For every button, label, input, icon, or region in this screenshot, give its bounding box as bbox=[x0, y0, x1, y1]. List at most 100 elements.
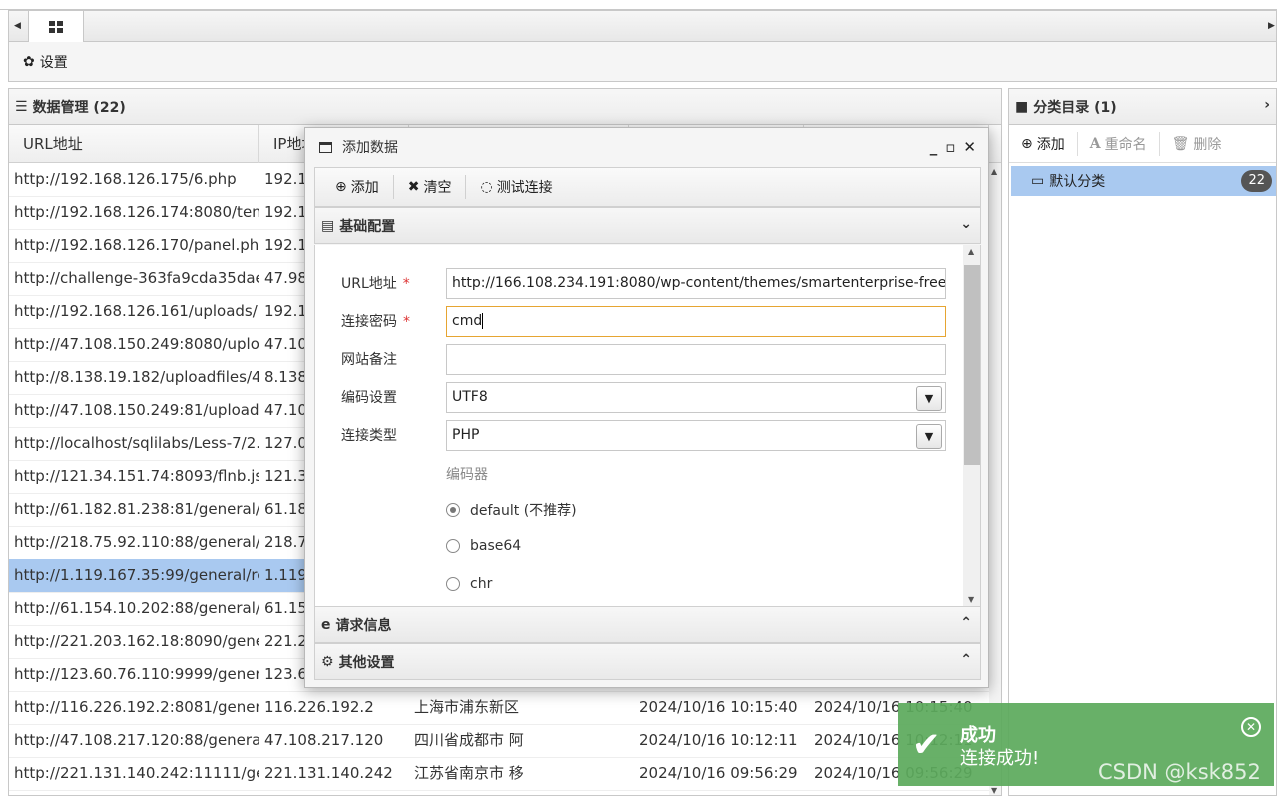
section-other-settings[interactable]: ⚙ 其他设置 ⌃ bbox=[314, 643, 981, 680]
section-basic-config[interactable]: ▤ 基础配置 ⌄ bbox=[314, 207, 981, 244]
table-scrollbar[interactable]: ▲ ▼ bbox=[989, 163, 1001, 795]
cell-url: http://192.168.126.161/uploads/1 bbox=[14, 302, 259, 320]
chevron-up-icon: ⌃ bbox=[960, 615, 972, 631]
collapse-right-icon[interactable]: › bbox=[1264, 97, 1270, 113]
column-url[interactable]: URL地址 bbox=[9, 125, 259, 163]
category-panel-header: ■ 分类目录 (1) › bbox=[1009, 89, 1276, 125]
category-toolbar: ⊕ 添加 A 重命名 🗑 删除 bbox=[1009, 125, 1276, 163]
cell-url: http://47.108.150.249:8080/uploa bbox=[14, 335, 259, 353]
spinner-icon: ◌ bbox=[480, 179, 493, 195]
category-panel: ■ 分类目录 (1) › ⊕ 添加 A 重命名 🗑 删除 ▭ 默认分类 22 bbox=[1008, 88, 1277, 796]
cell-url: http://192.168.126.175/6.php bbox=[14, 170, 237, 188]
settings-label: 设置 bbox=[39, 54, 68, 71]
category-add-label: 添加 bbox=[1036, 136, 1065, 153]
encoding-field-label: 编码设置 bbox=[341, 390, 397, 406]
data-panel-title: 数据管理 (22) bbox=[32, 99, 126, 116]
radio-unchecked-icon bbox=[446, 539, 460, 553]
form-scrollbar[interactable]: ▲ ▼ bbox=[963, 245, 980, 606]
chevron-down-icon[interactable]: ▼ bbox=[916, 386, 942, 411]
encoding-select[interactable]: UTF8 ▼ bbox=[446, 382, 946, 413]
close-icon[interactable]: ✕ bbox=[963, 138, 976, 156]
cell-location: 上海市浦东新区 bbox=[414, 698, 520, 716]
tab-scroll-right-icon[interactable]: ▶ bbox=[1266, 10, 1277, 42]
dialog-clear-button[interactable]: ✖ 清空 bbox=[394, 175, 467, 199]
settings-button[interactable]: ✿ 设置 bbox=[8, 42, 1277, 82]
font-icon: A bbox=[1089, 135, 1101, 152]
encoder-radio-default[interactable]: default (不推荐) bbox=[446, 500, 577, 520]
window-icon bbox=[319, 141, 332, 153]
minimize-icon[interactable]: _ bbox=[930, 138, 938, 156]
table-row[interactable]: http://47.108.217.120:88/general, 47.108.… bbox=[9, 724, 1001, 758]
cell-url: http://218.75.92.110:88/general/r bbox=[14, 533, 259, 551]
cell-location: 四川省成都市 阿 bbox=[414, 731, 524, 749]
table-row[interactable]: http://116.226.192.2:8081/genera 116.226.… bbox=[9, 691, 1001, 725]
note-input[interactable] bbox=[446, 344, 946, 375]
file-icon: ▤ bbox=[321, 217, 335, 234]
table-row[interactable]: http://221.131.140.242:11111/ge 221.131.1… bbox=[9, 757, 1001, 791]
cell-ip: 221.131.140.242 bbox=[264, 764, 393, 782]
cell-url: http://challenge-363fa9cda35daef bbox=[14, 269, 259, 287]
category-rename-label: 重命名 bbox=[1104, 136, 1147, 153]
plus-circle-icon: ⊕ bbox=[1021, 135, 1033, 152]
password-input[interactable]: cmd bbox=[446, 306, 946, 337]
cell-url: http://116.226.192.2:8081/genera bbox=[14, 698, 259, 716]
url-field-label: URL地址 * bbox=[341, 276, 410, 292]
cell-created: 2024/10/16 09:56:29 bbox=[639, 764, 798, 782]
section-request-info[interactable]: e 请求信息 ⌃ bbox=[314, 606, 981, 643]
connection-type-value: PHP bbox=[452, 427, 480, 443]
dialog-test-label: 测试连接 bbox=[496, 180, 553, 196]
dialog-toolbar: ⊕ 添加 ✖ 清空 ◌ 测试连接 bbox=[314, 167, 981, 207]
check-icon: ✔ bbox=[912, 725, 941, 765]
add-data-dialog: 添加数据 _ ▫ ✕ ⊕ 添加 ✖ 清空 ◌ 测试连接 ▤ 基础配置 ⌄ URL地址 *… bbox=[304, 127, 989, 688]
cell-url: http://1.119.167.35:99/general/re bbox=[14, 566, 259, 584]
cell-url: http://localhost/sqlilabs/Less-7/2.p bbox=[14, 434, 259, 452]
cell-created: 2024/10/16 10:15:40 bbox=[639, 698, 798, 716]
watermark: CSDN @ksk852 bbox=[1098, 760, 1261, 784]
encoding-select-value: UTF8 bbox=[452, 389, 488, 405]
chevron-down-icon[interactable]: ▼ bbox=[916, 424, 942, 449]
plus-circle-icon: ⊕ bbox=[335, 179, 347, 195]
data-panel-header: ☰ 数据管理 (22) bbox=[9, 89, 1001, 125]
section-other-label: 其他设置 bbox=[338, 654, 395, 671]
toast-close-icon[interactable]: ✕ bbox=[1241, 717, 1261, 737]
category-count-badge: 22 bbox=[1241, 170, 1272, 192]
category-delete-button[interactable]: 🗑 删除 bbox=[1160, 132, 1234, 156]
cell-url: http://61.182.81.238:81/general/r bbox=[14, 500, 259, 518]
basic-config-form: URL地址 * http://166.108.234.191:8080/wp-co… bbox=[314, 245, 981, 606]
category-delete-label: 删除 bbox=[1193, 136, 1222, 153]
category-add-button[interactable]: ⊕ 添加 bbox=[1009, 131, 1078, 156]
tab-bar bbox=[8, 10, 1277, 42]
radio-checked-icon bbox=[446, 503, 460, 517]
category-rename-button[interactable]: A 重命名 bbox=[1078, 131, 1160, 156]
trash-icon: 🗑 bbox=[1171, 135, 1190, 152]
form-scroll-thumb[interactable] bbox=[964, 265, 980, 465]
cell-ip: 116.226.192.2 bbox=[264, 698, 374, 716]
cell-location: 江苏省南京市 移 bbox=[414, 764, 524, 782]
cell-url: http://8.138.19.182/uploadfiles/4a bbox=[14, 368, 259, 386]
category-item-default[interactable]: ▭ 默认分类 22 bbox=[1011, 166, 1276, 196]
encoder-radio-base64[interactable]: base64 bbox=[446, 538, 521, 554]
folder-outline-icon: ▭ bbox=[1031, 173, 1045, 189]
cell-url: http://121.34.151.74:8093/flnb.jsp bbox=[14, 467, 259, 485]
cell-url: http://192.168.126.170/panel.php bbox=[14, 236, 259, 254]
category-item-label: 默认分类 bbox=[1049, 174, 1106, 190]
tab-home[interactable] bbox=[28, 10, 84, 42]
dialog-add-label: 添加 bbox=[350, 180, 379, 196]
cogs-icon: ⚙ bbox=[321, 653, 334, 670]
toast-message: 连接成功! bbox=[960, 748, 1040, 769]
folder-icon: ■ bbox=[1015, 98, 1029, 115]
encoder-radio-chr[interactable]: chr bbox=[446, 576, 492, 592]
dialog-test-connection-button[interactable]: ◌ 测试连接 bbox=[466, 175, 566, 199]
password-field-label: 连接密码 * bbox=[341, 314, 410, 330]
cell-url: http://192.168.126.174:8080/tem bbox=[14, 203, 259, 221]
maximize-icon[interactable]: ▫ bbox=[945, 138, 955, 156]
dialog-titlebar[interactable]: 添加数据 bbox=[305, 128, 988, 166]
dialog-add-button[interactable]: ⊕ 添加 bbox=[321, 175, 394, 199]
cell-url: http://47.108.217.120:88/general, bbox=[14, 731, 259, 749]
cell-ip: 47.108.217.120 bbox=[264, 731, 384, 749]
connection-type-select[interactable]: PHP ▼ bbox=[446, 420, 946, 451]
url-input[interactable]: http://166.108.234.191:8080/wp-content/t… bbox=[446, 268, 946, 299]
cell-created: 2024/10/16 10:12:11 bbox=[639, 731, 798, 749]
type-field-label: 连接类型 bbox=[341, 428, 397, 444]
tab-scroll-left-icon[interactable]: ◀ bbox=[8, 10, 27, 42]
